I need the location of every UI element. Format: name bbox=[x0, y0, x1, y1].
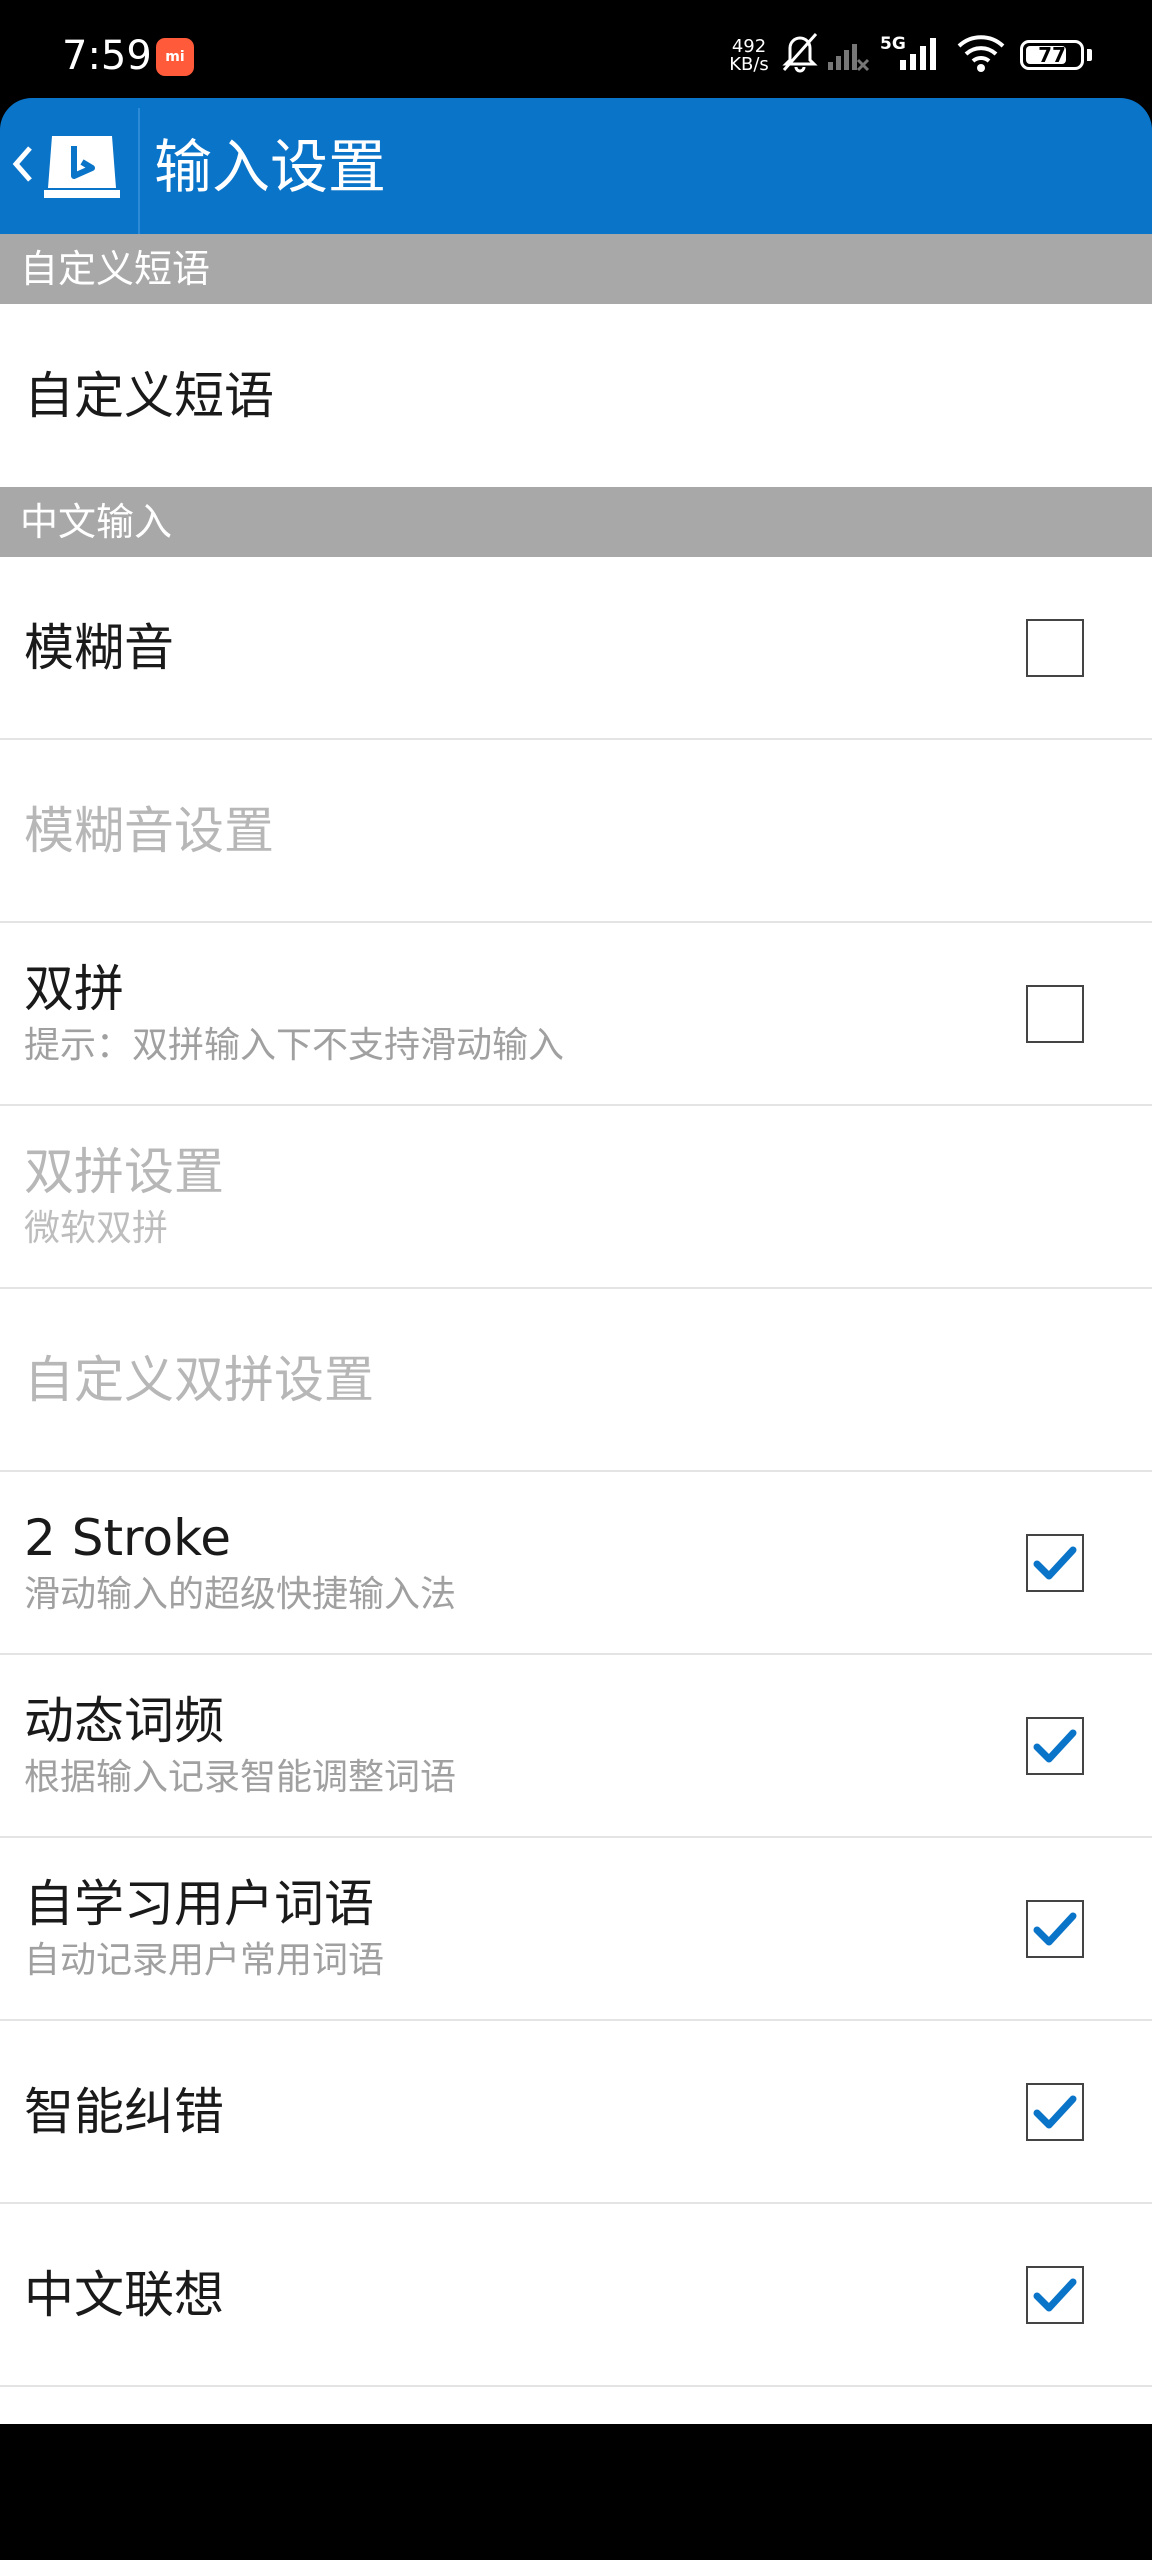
page-title: 输入设置 bbox=[154, 133, 387, 201]
setting-title: 中文联想 bbox=[24, 2265, 224, 2324]
setting-text: 双拼设置 微软双拼 bbox=[24, 1141, 972, 1253]
section-header-custom-phrases: 自定义短语 bbox=[0, 234, 1152, 304]
setting-text: 双拼 提示：双拼输入下不支持滑动输入 bbox=[24, 958, 972, 1070]
battery-tip bbox=[1087, 49, 1092, 61]
app-bar: 输入设置 bbox=[0, 98, 1152, 234]
section-header-chinese-input: 中文输入 bbox=[0, 487, 1152, 557]
setting-fuzzy-pinyin-settings[interactable]: 模糊音设置 bbox=[0, 740, 1152, 923]
signal-5g-icon bbox=[900, 38, 936, 70]
check-mark-icon bbox=[1033, 1546, 1077, 1579]
setting-self-learning-words[interactable]: 自学习用户词语 自动记录用户常用词语 bbox=[0, 1838, 1152, 2021]
bell-muted-icon bbox=[782, 33, 818, 73]
battery-percent: 77 bbox=[1038, 43, 1066, 67]
settings-list: 自定义短语 自定义短语 中文输入 模糊音 模糊音设置 双拼 提示：双拼输入下不支… bbox=[0, 234, 1152, 2424]
signal-off-icon bbox=[828, 44, 870, 72]
app-bar-divider bbox=[138, 108, 140, 234]
setting-subtitle: 根据输入记录智能调整词语 bbox=[24, 1756, 457, 1798]
network-speed-unit: KB/s bbox=[729, 54, 769, 75]
status-bar: 7:59 mi 492 KB/s 5G 77 bbox=[0, 0, 1152, 98]
check-mark-icon bbox=[1033, 1729, 1077, 1762]
network-speed: 492 KB/s bbox=[722, 38, 776, 74]
setting-double-pinyin[interactable]: 双拼 提示：双拼输入下不支持滑动输入 bbox=[0, 923, 1152, 1106]
setting-title: 动态词频 bbox=[24, 1691, 224, 1750]
setting-text: 中文联想 bbox=[24, 2264, 972, 2326]
navigation-bar bbox=[0, 2424, 1152, 2560]
setting-title: 自定义双拼设置 bbox=[24, 1350, 374, 1409]
2-stroke-checkbox[interactable] bbox=[1026, 1533, 1084, 1592]
setting-text: 智能纠错 bbox=[24, 2081, 972, 2143]
setting-title: 双拼设置 bbox=[24, 1142, 224, 1201]
setting-title: 模糊音 bbox=[24, 618, 174, 677]
setting-subtitle: 自动记录用户常用词语 bbox=[24, 1939, 385, 1981]
setting-fuzzy-pinyin[interactable]: 模糊音 bbox=[0, 557, 1152, 740]
bing-logo-icon bbox=[44, 136, 120, 198]
wifi-icon bbox=[957, 35, 1005, 72]
chevron-left-icon bbox=[12, 146, 32, 182]
setting-text: 自定义双拼设置 bbox=[24, 1349, 972, 1411]
setting-text: 2 Stroke 滑动输入的超级快捷输入法 bbox=[24, 1507, 972, 1619]
setting-text: 自定义短语 bbox=[24, 365, 972, 427]
setting-title: 模糊音设置 bbox=[24, 801, 274, 860]
setting-subtitle: 提示：双拼输入下不支持滑动输入 bbox=[24, 1024, 565, 1066]
setting-title: 双拼 bbox=[24, 959, 124, 1018]
dynamic-frequency-checkbox[interactable] bbox=[1026, 1716, 1084, 1775]
setting-title: 2 Stroke bbox=[24, 1508, 232, 1567]
setting-dynamic-frequency[interactable]: 动态词频 根据输入记录智能调整词语 bbox=[0, 1655, 1152, 1838]
setting-title: 自定义短语 bbox=[24, 366, 274, 425]
setting-text: 模糊音设置 bbox=[24, 800, 972, 862]
battery-icon: 77 bbox=[1020, 40, 1084, 70]
setting-subtitle: 滑动输入的超级快捷输入法 bbox=[24, 1573, 457, 1615]
chinese-prediction-checkbox[interactable] bbox=[1026, 2265, 1084, 2324]
setting-subtitle: 微软双拼 bbox=[24, 1207, 169, 1249]
setting-title: 智能纠错 bbox=[24, 2082, 224, 2141]
setting-auto-correct[interactable]: 智能纠错 bbox=[0, 2021, 1152, 2204]
auto-correct-checkbox[interactable] bbox=[1026, 2082, 1084, 2141]
setting-text: 模糊音 bbox=[24, 617, 972, 679]
setting-2-stroke[interactable]: 2 Stroke 滑动输入的超级快捷输入法 bbox=[0, 1472, 1152, 1655]
fuzzy-pinyin-checkbox[interactable] bbox=[1026, 618, 1084, 677]
setting-custom-double-pinyin[interactable]: 自定义双拼设置 bbox=[0, 1289, 1152, 1472]
setting-custom-phrases[interactable]: 自定义短语 bbox=[0, 304, 1152, 487]
double-pinyin-checkbox[interactable] bbox=[1026, 984, 1084, 1043]
mi-app-icon: mi bbox=[156, 38, 194, 76]
back-button[interactable] bbox=[0, 98, 138, 234]
setting-text: 自学习用户词语 自动记录用户常用词语 bbox=[24, 1873, 972, 1985]
setting-title: 自学习用户词语 bbox=[24, 1874, 374, 1933]
status-time: 7:59 bbox=[62, 33, 152, 79]
setting-chinese-prediction[interactable]: 中文联想 bbox=[0, 2204, 1152, 2387]
check-mark-icon bbox=[1033, 1912, 1077, 1945]
self-learning-checkbox[interactable] bbox=[1026, 1899, 1084, 1958]
check-mark-icon bbox=[1033, 2095, 1077, 2128]
check-mark-icon bbox=[1033, 2278, 1077, 2311]
setting-double-pinyin-settings[interactable]: 双拼设置 微软双拼 bbox=[0, 1106, 1152, 1289]
setting-text: 动态词频 根据输入记录智能调整词语 bbox=[24, 1690, 972, 1802]
